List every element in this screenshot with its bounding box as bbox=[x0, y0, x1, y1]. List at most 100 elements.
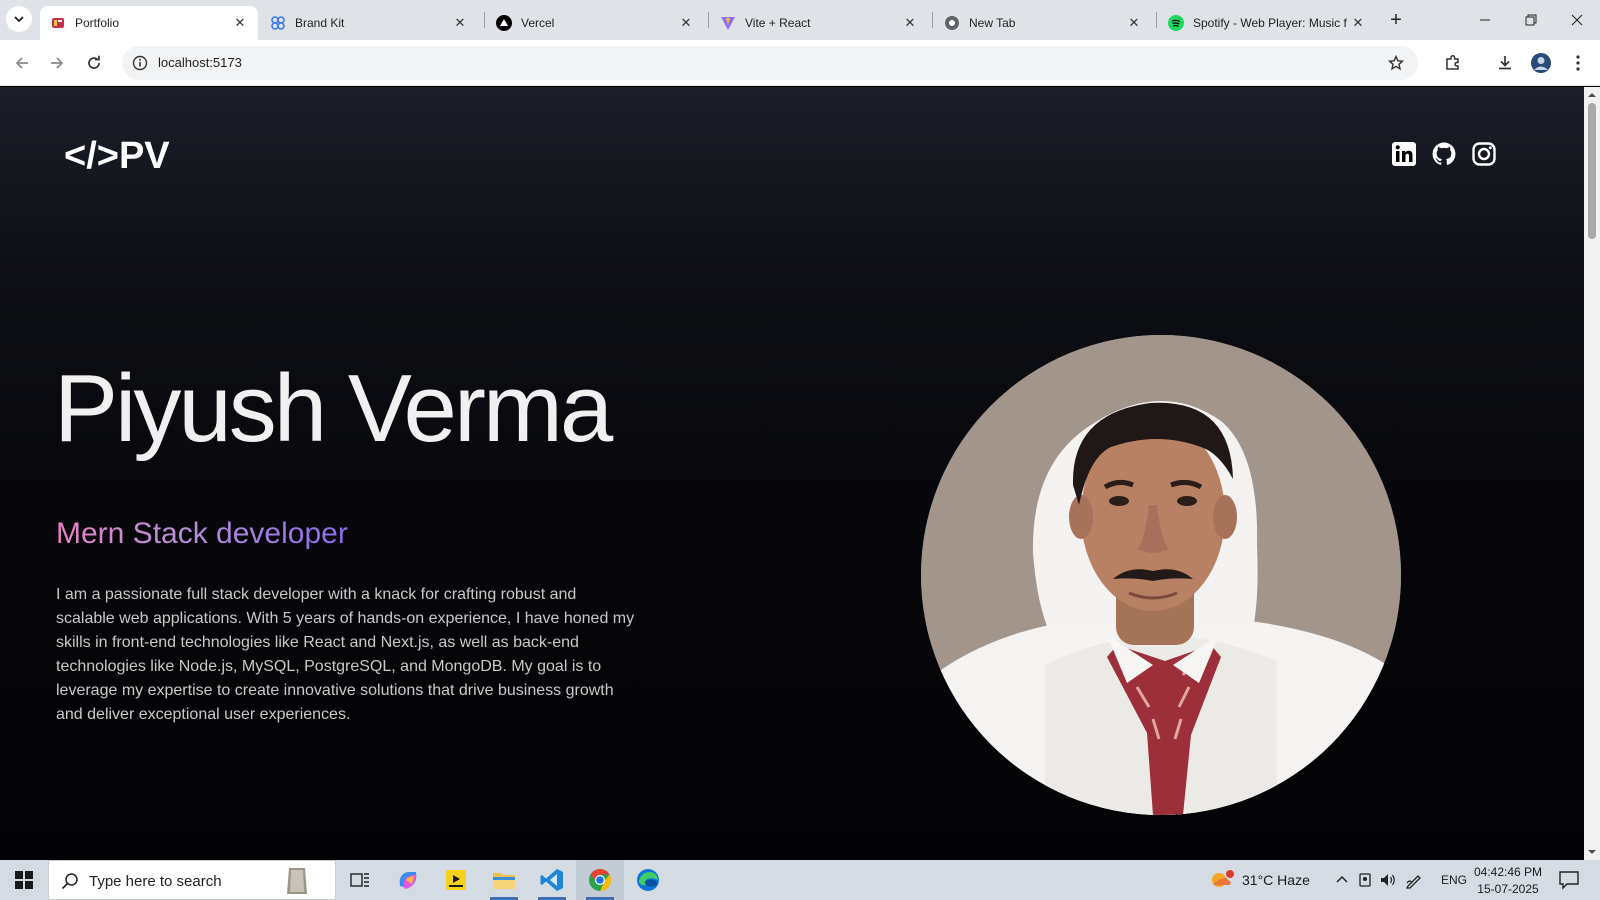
tab-separator bbox=[1156, 12, 1157, 28]
vscode-icon bbox=[540, 869, 563, 891]
minimize-button[interactable] bbox=[1462, 0, 1508, 40]
windows-logo-icon bbox=[15, 871, 33, 889]
close-window-button[interactable] bbox=[1554, 0, 1600, 40]
media-player-app[interactable] bbox=[432, 860, 480, 900]
avatar-icon bbox=[1531, 53, 1551, 73]
tab-search-button[interactable] bbox=[6, 6, 32, 32]
notification-icon[interactable] bbox=[1558, 870, 1580, 890]
close-icon[interactable]: ✕ bbox=[452, 15, 468, 31]
copilot-icon bbox=[399, 872, 417, 889]
close-icon[interactable]: ✕ bbox=[1350, 15, 1366, 31]
restore-icon bbox=[1525, 14, 1537, 26]
start-button[interactable] bbox=[0, 860, 48, 900]
portrait-illustration bbox=[921, 335, 1401, 815]
clock-date: 15-07-2025 bbox=[1477, 882, 1539, 896]
bookmark-star-icon[interactable] bbox=[1386, 53, 1406, 73]
search-highlight-icon bbox=[287, 868, 307, 894]
tab-separator bbox=[484, 12, 485, 28]
search-placeholder: Type here to search bbox=[89, 873, 222, 890]
browser-menu-button[interactable] bbox=[1566, 51, 1590, 75]
windows-taskbar: Type here to search 31°C Haze ENG 04:42:… bbox=[0, 860, 1600, 900]
task-view-icon bbox=[350, 873, 369, 887]
hero-role: Mern Stack developer bbox=[56, 517, 348, 550]
new-tab-button[interactable]: + bbox=[1384, 8, 1408, 32]
tab-brand-kit[interactable]: Brand Kit ✕ bbox=[260, 6, 478, 40]
media-player-icon bbox=[446, 870, 466, 890]
volume-icon[interactable] bbox=[1379, 871, 1397, 889]
meet-now-icon[interactable] bbox=[1356, 871, 1374, 889]
scroll-up-arrow-icon[interactable] bbox=[1587, 90, 1597, 100]
reload-button[interactable] bbox=[80, 49, 108, 77]
edge-app[interactable] bbox=[624, 860, 672, 900]
tab-title: Vite + React bbox=[745, 16, 811, 30]
copilot-app[interactable] bbox=[384, 860, 432, 900]
tab-title: Portfolio bbox=[75, 16, 120, 30]
page-scrollbar[interactable] bbox=[1584, 87, 1600, 860]
download-icon bbox=[1499, 56, 1511, 70]
tab-title: Spotify - Web Player: Music f bbox=[1193, 16, 1347, 30]
language-indicator[interactable]: ENG bbox=[1441, 873, 1467, 887]
back-button[interactable] bbox=[8, 49, 36, 77]
chrome-icon bbox=[589, 869, 611, 891]
folder-icon bbox=[493, 873, 515, 889]
edge-icon bbox=[637, 869, 659, 891]
tab-separator bbox=[708, 12, 709, 28]
portfolio-favicon-icon bbox=[50, 15, 66, 31]
tab-title: Brand Kit bbox=[295, 16, 345, 30]
github-icon[interactable] bbox=[1431, 141, 1457, 167]
clock-time: 04:42:46 PM bbox=[1473, 865, 1543, 879]
scroll-down-arrow-icon[interactable] bbox=[1587, 847, 1597, 857]
restore-button[interactable] bbox=[1508, 0, 1554, 40]
taskbar-search-box[interactable]: Type here to search bbox=[48, 860, 336, 900]
site-info-icon[interactable] bbox=[130, 53, 150, 73]
browser-toolbar: localhost:5173 bbox=[0, 40, 1600, 86]
linkedin-icon[interactable] bbox=[1391, 141, 1417, 167]
tab-vercel[interactable]: Vercel ✕ bbox=[486, 6, 704, 40]
tab-title: Vercel bbox=[521, 16, 555, 30]
instagram-icon[interactable] bbox=[1471, 141, 1497, 167]
spotify-favicon-icon bbox=[1168, 15, 1184, 31]
hero-name: Piyush Verma bbox=[54, 355, 613, 462]
chrome-app[interactable] bbox=[576, 860, 624, 900]
puzzle-icon bbox=[1446, 54, 1459, 70]
back-arrow-icon bbox=[15, 57, 28, 69]
pen-workspace-icon[interactable] bbox=[1405, 871, 1423, 889]
file-explorer-app[interactable] bbox=[480, 860, 528, 900]
portfolio-page: </>PV Piyush Verma Mern Stack developer … bbox=[0, 87, 1584, 860]
vite-favicon-icon bbox=[720, 15, 736, 31]
vercel-favicon-icon bbox=[496, 15, 512, 31]
tab-vite-react[interactable]: Vite + React ✕ bbox=[710, 6, 928, 40]
address-bar[interactable]: localhost:5173 bbox=[122, 46, 1418, 80]
system-clock[interactable]: 04:42:46 PM 15-07-2025 bbox=[1470, 864, 1546, 898]
profile-portrait bbox=[921, 335, 1401, 815]
vscode-app[interactable] bbox=[528, 860, 576, 900]
search-icon bbox=[61, 873, 78, 890]
weather-icon[interactable] bbox=[1208, 869, 1234, 891]
tab-portfolio[interactable]: Portfolio ✕ bbox=[40, 6, 258, 40]
url-text[interactable]: localhost:5173 bbox=[158, 55, 242, 70]
close-icon[interactable]: ✕ bbox=[678, 15, 694, 31]
tab-spotify[interactable]: Spotify - Web Player: Music f ✕ bbox=[1158, 6, 1376, 40]
downloads-button[interactable] bbox=[1493, 51, 1517, 75]
task-view-button[interactable] bbox=[336, 860, 384, 900]
chrome-favicon-icon bbox=[944, 15, 960, 31]
scrollbar-thumb[interactable] bbox=[1588, 103, 1596, 239]
chevron-down-icon bbox=[14, 16, 24, 23]
chevron-up-icon[interactable] bbox=[1333, 871, 1351, 889]
tab-separator bbox=[932, 12, 933, 28]
close-icon[interactable]: ✕ bbox=[232, 15, 248, 31]
profile-avatar[interactable] bbox=[1529, 51, 1553, 75]
forward-arrow-icon bbox=[51, 57, 64, 69]
close-window-icon bbox=[1571, 14, 1583, 26]
tab-new-tab[interactable]: New Tab ✕ bbox=[934, 6, 1152, 40]
pv-logo[interactable]: </>PV bbox=[64, 135, 184, 173]
close-icon[interactable]: ✕ bbox=[902, 15, 918, 31]
weather-text[interactable]: 31°C Haze bbox=[1242, 872, 1310, 888]
tab-title: New Tab bbox=[969, 16, 1016, 30]
forward-button[interactable] bbox=[43, 49, 71, 77]
brandkit-favicon-icon bbox=[270, 15, 286, 31]
hero-bio: I am a passionate full stack developer w… bbox=[56, 586, 635, 723]
tab-strip: Portfolio ✕ Brand Kit ✕ Vercel ✕ Vite + … bbox=[0, 0, 1600, 40]
extensions-button[interactable] bbox=[1441, 51, 1465, 75]
close-icon[interactable]: ✕ bbox=[1126, 15, 1142, 31]
